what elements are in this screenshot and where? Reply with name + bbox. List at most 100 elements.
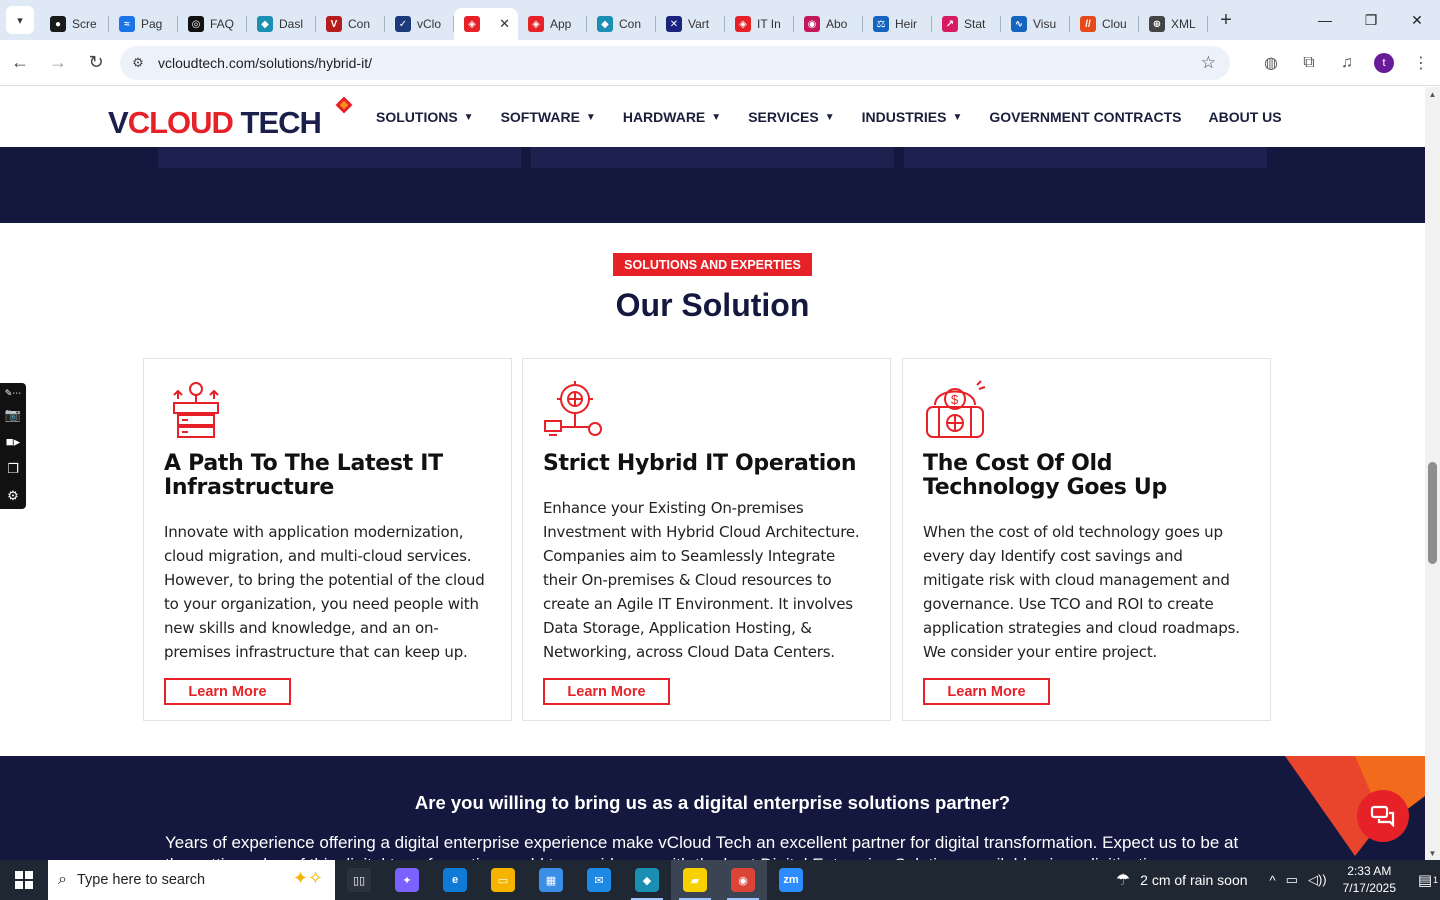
zoom-icon: zm: [779, 868, 803, 892]
browser-tab[interactable]: ● Scre: [40, 8, 109, 40]
nav-item-label: SOLUTIONS: [376, 109, 458, 125]
notification-count: 1: [1432, 875, 1438, 885]
browser-tab[interactable]: ⊕ XML: [1139, 8, 1208, 40]
network-icon[interactable]: ▭: [1286, 872, 1298, 888]
forward-arrow-icon[interactable]: →: [40, 45, 76, 81]
video-camera-icon[interactable]: ■▸: [0, 428, 26, 455]
learn-more-button[interactable]: Learn More: [923, 678, 1050, 705]
address-bar[interactable]: ⚙ vcloudtech.com/solutions/hybrid-it/ ☆: [120, 46, 1230, 80]
taskbar-app-edge[interactable]: e: [431, 860, 479, 900]
taskbar-app-file-explorer[interactable]: ▭: [479, 860, 527, 900]
browser-tab[interactable]: ✓ vClo: [385, 8, 454, 40]
browser-tab[interactable]: ✕ Vart: [656, 8, 725, 40]
browser-tab[interactable]: ◈ App: [518, 8, 587, 40]
notification-center-icon[interactable]: ▤ 1: [1410, 871, 1440, 889]
clock-time: 2:33 AM: [1347, 864, 1392, 878]
camera-icon[interactable]: 📷: [0, 401, 26, 428]
nav-item-services[interactable]: SERVICES ▼: [748, 109, 834, 125]
nav-item-government-contracts[interactable]: GOVERNMENT CONTRACTS: [989, 109, 1181, 125]
browser-tab[interactable]: ◆ Con: [587, 8, 656, 40]
chat-bubble-button[interactable]: [1357, 790, 1409, 842]
browser-tab[interactable]: ⚖ Heir: [863, 8, 932, 40]
settings-gear-icon[interactable]: ⚙: [0, 482, 26, 509]
nav-item-about-us[interactable]: ABOUT US: [1208, 109, 1281, 125]
browser-tab[interactable]: ↗ Stat: [932, 8, 1001, 40]
tab-favicon-icon: ↗: [942, 16, 958, 32]
window-capture-icon[interactable]: ❐: [0, 455, 26, 482]
cta-description: Years of experience offering a digital e…: [165, 833, 1239, 860]
browser-tab[interactable]: ◎ FAQ: [178, 8, 247, 40]
vcloud-tech-logo[interactable]: VCLOUD TECH: [108, 95, 358, 141]
more-menu-icon[interactable]: ⋮: [1403, 45, 1439, 81]
translate-globe-icon[interactable]: ◍: [1253, 45, 1289, 81]
caret-down-icon: ▼: [824, 111, 835, 123]
nav-item-label: GOVERNMENT CONTRACTS: [989, 109, 1182, 125]
tab-label: Abo: [826, 17, 848, 31]
sticky-notes-icon: ▰: [683, 868, 707, 892]
tab-label: IT In: [757, 17, 781, 31]
store-icon: ▦: [539, 868, 563, 892]
reload-icon[interactable]: ↻: [78, 45, 114, 81]
show-hidden-icons-chevron-icon[interactable]: ^: [1270, 873, 1276, 888]
nav-item-solutions[interactable]: SOLUTIONS ▼: [376, 109, 474, 125]
taskbar-app-chrome[interactable]: ◉: [719, 860, 767, 900]
tab-label: Pag: [141, 17, 163, 31]
scroll-up-icon[interactable]: ▲: [1425, 87, 1440, 101]
browser-tab[interactable]: ◆ Dasl: [247, 8, 316, 40]
taskbar-app-copilot[interactable]: ✦: [383, 860, 431, 900]
taskbar-app-sticky-notes[interactable]: ▰: [671, 860, 719, 900]
weather-widget[interactable]: ☂ 2 cm of rain soon: [1116, 870, 1248, 890]
browser-tab[interactable]: // Clou: [1070, 8, 1139, 40]
taskbar-apps: ▯▯ ✦ e ▭ ▦ ✉ ◆ ▰ ◉ zm: [335, 860, 815, 900]
minimize-icon[interactable]: —: [1302, 0, 1348, 40]
browser-tab[interactable]: ◈ IT In: [725, 8, 794, 40]
taskbar-app-task-view[interactable]: ▯▯: [335, 860, 383, 900]
caret-down-icon: ▼: [463, 111, 474, 123]
learn-more-button[interactable]: Learn More: [543, 678, 670, 705]
back-arrow-icon[interactable]: ←: [2, 45, 38, 81]
profile-avatar[interactable]: t: [1374, 53, 1394, 73]
nav-item-software[interactable]: SOFTWARE ▼: [501, 109, 596, 125]
browser-tab[interactable]: ◉ Abo: [794, 8, 863, 40]
close-window-icon[interactable]: ✕: [1394, 0, 1440, 40]
tool-more-icon[interactable]: ✎⋯: [0, 385, 26, 401]
browser-tab[interactable]: ◈ ✕: [454, 8, 518, 40]
bookmark-star-icon[interactable]: ☆: [1201, 53, 1216, 73]
extensions-puzzle-icon[interactable]: ⧉: [1291, 45, 1327, 81]
cta-section: Are you willing to bring us as a digital…: [0, 756, 1425, 860]
browser-tab[interactable]: ≈ Pag: [109, 8, 178, 40]
taskbar-app-zoom[interactable]: zm: [767, 860, 815, 900]
learn-more-button[interactable]: Learn More: [164, 678, 291, 705]
scroll-down-icon[interactable]: ▼: [1425, 846, 1440, 860]
tab-strip: ● Scre ≈ Pag ◎ FAQ ◆ Dasl V Con ✓ vClo ◈ ✕ ◈ App ◆ Con ✕ Va…: [40, 0, 1208, 40]
tab-label: Scre: [72, 17, 97, 31]
taskbar-clock[interactable]: 2:33 AM 7/17/2025: [1343, 863, 1396, 897]
card-title: The Cost Of Old Technology Goes Up: [923, 451, 1167, 500]
tab-label: Clou: [1102, 17, 1127, 31]
media-control-icon[interactable]: ♫: [1329, 45, 1365, 81]
site-settings-icon[interactable]: ⚙: [126, 51, 150, 75]
tab-label: vClo: [417, 17, 442, 31]
taskbar-app-store[interactable]: ▦: [527, 860, 575, 900]
browser-tab[interactable]: V Con: [316, 8, 385, 40]
new-tab-plus-icon[interactable]: +: [1212, 6, 1240, 34]
start-button[interactable]: [0, 860, 48, 900]
taskbar-app-mail[interactable]: ✉: [575, 860, 623, 900]
tab-search-chevron-icon[interactable]: ▾: [6, 6, 34, 34]
scrollbar-thumb[interactable]: [1428, 462, 1437, 564]
taskbar-app-app-diamond[interactable]: ◆: [623, 860, 671, 900]
taskbar-search-box[interactable]: ⌕ Type here to search ✦✧: [48, 860, 335, 900]
close-tab-icon[interactable]: ✕: [499, 16, 510, 32]
nav-item-label: SOFTWARE: [500, 109, 580, 125]
restore-icon[interactable]: ❐: [1348, 0, 1394, 40]
url-text[interactable]: vcloudtech.com/solutions/hybrid-it/: [158, 55, 372, 71]
tab-favicon-icon: ◉: [804, 16, 820, 32]
page-scrollbar[interactable]: ▲ ▼: [1425, 87, 1440, 860]
nav-item-hardware[interactable]: HARDWARE ▼: [623, 109, 721, 125]
nav-item-industries[interactable]: INDUSTRIES ▼: [862, 109, 963, 125]
tab-favicon-icon: //: [1080, 16, 1096, 32]
browser-tab[interactable]: ∿ Visu: [1001, 8, 1070, 40]
logo-diamond-icon: [335, 96, 353, 114]
volume-icon[interactable]: ◁)): [1308, 872, 1327, 888]
tab-favicon-icon: ◆: [597, 16, 613, 32]
